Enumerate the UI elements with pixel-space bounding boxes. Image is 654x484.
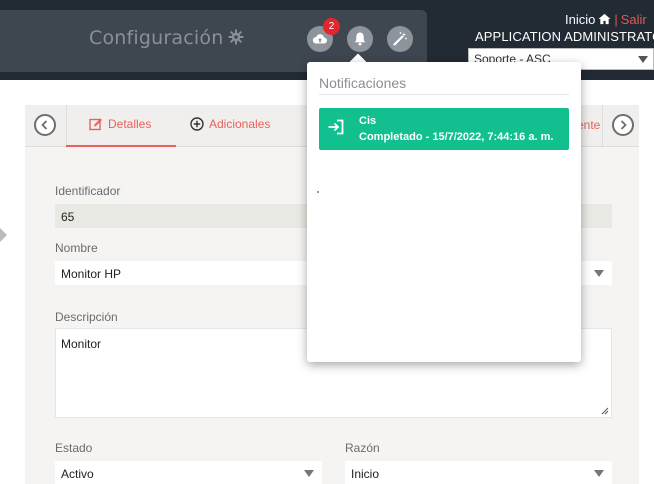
page-title: Configuración [89, 27, 224, 49]
tab-detalles-label: Detalles [108, 117, 152, 131]
razon-select-value: Inicio [351, 467, 380, 481]
notification-status: Completado - 15/7/2022, 7:44:16 a. m. [359, 131, 554, 143]
chevron-down-icon [638, 56, 648, 63]
notification-item[interactable]: Cis Completado - 15/7/2022, 7:44:16 a. m… [319, 108, 569, 150]
notifications-divider [319, 94, 569, 95]
tab-divider [602, 105, 603, 147]
tab-detalles[interactable]: Detalles [89, 117, 151, 131]
descripcion-value: Monitor [61, 337, 102, 351]
bell-icon [354, 32, 366, 46]
tab-divider [66, 105, 67, 147]
tools-button[interactable] [387, 26, 413, 52]
magic-wand-icon [393, 32, 407, 46]
razon-label: Razón [345, 441, 380, 455]
chevron-right-icon [620, 120, 627, 130]
app-root: Configuración 2 Inicio | Salir APPLICATI… [0, 0, 654, 484]
estado-select-value: Activo [61, 467, 94, 481]
notification-name: Cis [359, 115, 377, 127]
chevron-left-icon [41, 120, 48, 130]
inicio-link[interactable]: Inicio [565, 12, 595, 27]
link-separator: | [614, 12, 618, 27]
notifications-button[interactable] [347, 26, 373, 52]
active-tab-indicator [66, 145, 176, 147]
razon-select[interactable]: Inicio [345, 461, 612, 484]
nombre-label: Nombre [55, 241, 98, 255]
tab-scroll-left-button[interactable] [34, 114, 56, 136]
tab-adicionales[interactable]: Adicionales [190, 117, 270, 131]
side-expand-arrow-icon[interactable] [0, 228, 7, 242]
edit-icon [89, 118, 102, 131]
estado-label: Estado [55, 441, 93, 455]
gear-icon[interactable] [228, 29, 244, 45]
nombre-field-value: Monitor HP [61, 267, 122, 281]
home-icon[interactable] [598, 13, 611, 25]
user-links: Inicio | Salir [565, 12, 647, 27]
notification-count-badge: 2 [323, 18, 340, 35]
plus-circle-icon [190, 117, 204, 131]
salir-link[interactable]: Salir [621, 12, 647, 27]
tab-adicionales-label: Adicionales [209, 117, 271, 131]
chevron-down-icon [594, 470, 604, 477]
identificador-label: Identificador [55, 184, 121, 198]
sign-in-icon [328, 119, 344, 135]
tab-scroll-right-button[interactable] [612, 114, 634, 136]
user-name: APPLICATION ADMINISTRATOR [475, 29, 654, 44]
notifications-title: Notificaciones [319, 75, 407, 91]
chevron-down-icon [304, 470, 314, 477]
loading-dot [317, 191, 319, 193]
estado-select[interactable]: Activo [55, 461, 322, 484]
chevron-down-icon [594, 270, 604, 277]
descripcion-label: Descripción [55, 310, 118, 324]
notifications-popup [307, 62, 581, 362]
resize-handle-icon[interactable] [601, 407, 609, 415]
